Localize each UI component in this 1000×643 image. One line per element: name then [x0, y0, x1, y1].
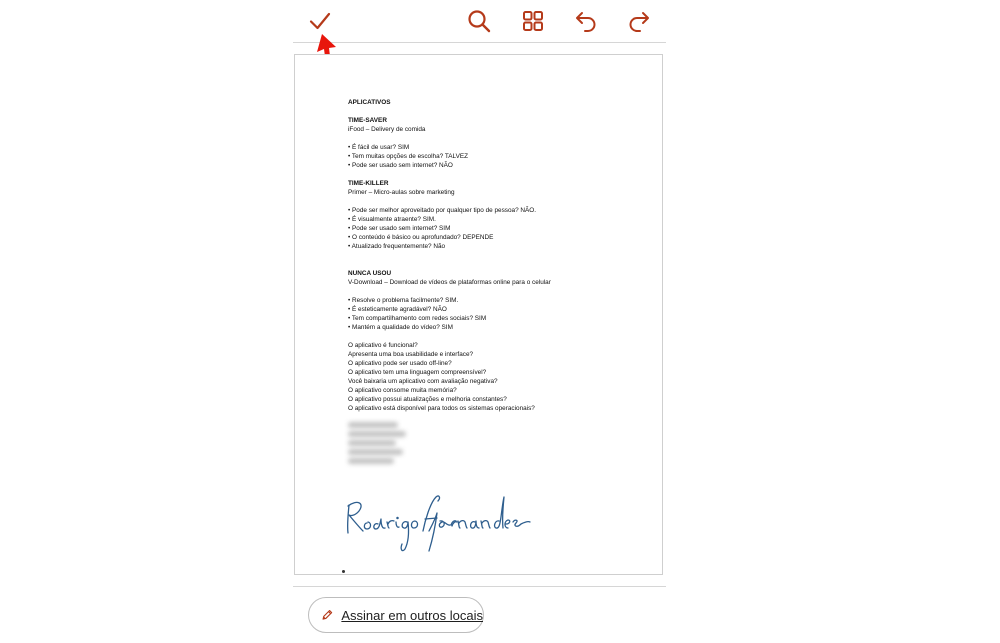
pencil-icon — [322, 609, 333, 620]
list-item: • É esteticamente agradável? NÃO — [348, 306, 447, 313]
sign-elsewhere-button[interactable]: Assinar em outros locais — [308, 597, 484, 633]
question-line: O aplicativo possui atualizações e melho… — [348, 396, 507, 403]
document-content: APLICATIVOS TIME-SAVER iFood – Delivery … — [348, 98, 648, 467]
redo-button[interactable] — [622, 4, 656, 38]
list-item: • Resolve o problema facilmente? SIM. — [348, 297, 459, 304]
list-item: • Pode ser usado sem internet? SIM — [348, 225, 451, 232]
sign-elsewhere-label: Assinar em outros locais — [341, 607, 483, 623]
redo-icon — [629, 12, 649, 32]
question-line: O aplicativo está disponível para todos … — [348, 405, 535, 412]
grid-icon — [523, 11, 543, 31]
section-subtitle: V-Download – Download de vídeos de plata… — [348, 279, 551, 286]
section-subtitle: iFood – Delivery de comida — [348, 126, 426, 133]
list-item: • É fácil de usar? SIM — [348, 144, 410, 151]
section-heading: NUNCA USOU — [348, 270, 392, 277]
blurred-text — [348, 422, 408, 464]
question-line: O aplicativo é funcional? — [348, 342, 418, 349]
search-icon — [468, 10, 491, 33]
checkmark-icon — [309, 12, 331, 30]
signature-image[interactable] — [345, 491, 531, 555]
section-heading: TIME-SAVER — [348, 117, 387, 124]
list-item: • Pode ser melhor aproveitado por qualqu… — [348, 207, 537, 214]
list-item: • Tem muitas opções de escolha? TALVEZ — [348, 153, 469, 160]
document-page: APLICATIVOS TIME-SAVER iFood – Delivery … — [294, 54, 663, 575]
cursor-dot — [342, 570, 345, 573]
section-subtitle: Primer – Micro-aulas sobre marketing — [348, 189, 455, 196]
undo-button[interactable] — [569, 4, 603, 38]
question-line: Você baixaria um aplicativo com avaliaçã… — [348, 378, 498, 385]
question-line: Apresenta uma boa usabilidade e interfac… — [348, 351, 474, 358]
list-item: • O conteúdo é básico ou aprofundado? DE… — [348, 234, 494, 241]
grid-button[interactable] — [516, 4, 550, 38]
undo-icon — [576, 12, 596, 32]
question-line: O aplicativo tem uma linguagem compreens… — [348, 369, 487, 376]
toolbar-divider — [293, 42, 666, 43]
question-line: O aplicativo pode ser usado off-line? — [348, 360, 452, 367]
question-line: O aplicativo consome muita memória? — [348, 387, 457, 394]
section-heading: TIME-KILLER — [348, 180, 389, 187]
document-title: APLICATIVOS — [348, 99, 391, 106]
list-item: • Atualizado frequentemente? Não — [348, 243, 446, 250]
list-item: • Pode ser usado sem internet? NÃO — [348, 162, 453, 169]
bottom-divider — [293, 586, 666, 587]
toolbar — [0, 0, 1000, 42]
search-button[interactable] — [462, 4, 496, 38]
list-item: • Mantém a qualidade do vídeo? SIM — [348, 324, 453, 331]
list-item: • Tem compartilhamento com redes sociais… — [348, 315, 487, 322]
list-item: • É visualmente atraente? SIM. — [348, 216, 436, 223]
